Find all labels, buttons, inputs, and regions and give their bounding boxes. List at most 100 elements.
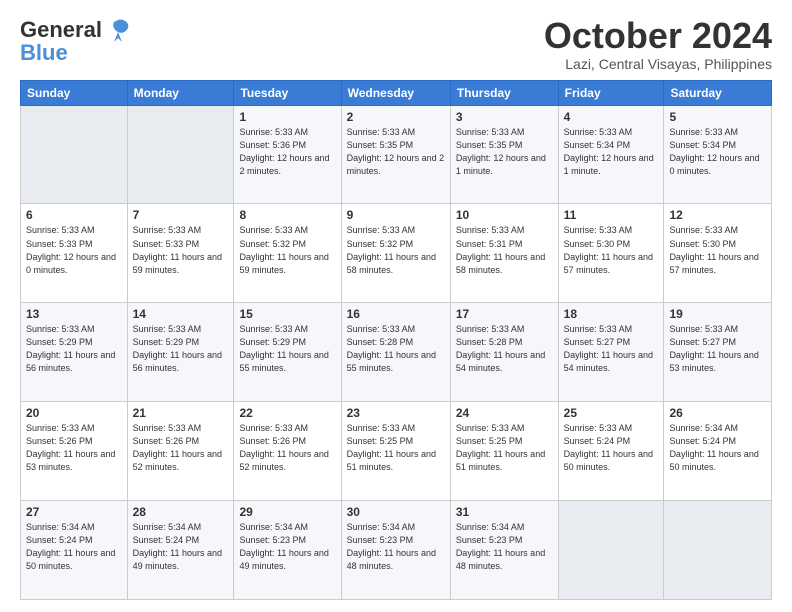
day-detail: Sunrise: 5:33 AMSunset: 5:25 PMDaylight:… xyxy=(456,422,553,474)
day-number: 12 xyxy=(669,208,766,222)
day-cell: 21 Sunrise: 5:33 AMSunset: 5:26 PMDayligh… xyxy=(127,402,234,501)
day-detail: Sunrise: 5:34 AMSunset: 5:24 PMDaylight:… xyxy=(133,521,229,573)
day-cell: 18 Sunrise: 5:33 AMSunset: 5:27 PMDayligh… xyxy=(558,303,664,402)
day-detail: Sunrise: 5:33 AMSunset: 5:24 PMDaylight:… xyxy=(564,422,659,474)
day-detail: Sunrise: 5:34 AMSunset: 5:23 PMDaylight:… xyxy=(239,521,335,573)
day-cell: 4Sunrise: 5:33 AMSunset: 5:34 PMDaylight… xyxy=(558,105,664,204)
day-number: 18 xyxy=(564,307,659,321)
day-cell: 10Sunrise: 5:33 AMSunset: 5:31 PMDayligh… xyxy=(450,204,558,303)
col-friday: Friday xyxy=(558,80,664,105)
day-cell: 17 Sunrise: 5:33 AMSunset: 5:28 PMDayligh… xyxy=(450,303,558,402)
day-cell: 1 Sunrise: 5:33 AMSunset: 5:36 PMDaylight… xyxy=(234,105,341,204)
day-detail: Sunrise: 5:33 AMSunset: 5:35 PMDaylight:… xyxy=(347,126,445,178)
day-detail: Sunrise: 5:33 AMSunset: 5:29 PMDaylight:… xyxy=(133,323,229,375)
day-number: 2 xyxy=(347,110,445,124)
day-cell: 22 Sunrise: 5:33 AMSunset: 5:26 PMDayligh… xyxy=(234,402,341,501)
day-number: 28 xyxy=(133,505,229,519)
day-number: 25 xyxy=(564,406,659,420)
day-detail: Sunrise: 5:33 AMSunset: 5:28 PMDaylight:… xyxy=(347,323,445,375)
page: General Blue October 2024 Lazi, Central … xyxy=(0,0,792,612)
day-cell: 27 Sunrise: 5:34 AMSunset: 5:24 PMDayligh… xyxy=(21,501,128,600)
week-row-1: 1 Sunrise: 5:33 AMSunset: 5:36 PMDaylight… xyxy=(21,105,772,204)
title-section: October 2024 Lazi, Central Visayas, Phil… xyxy=(544,16,772,72)
location: Lazi, Central Visayas, Philippines xyxy=(544,56,772,72)
col-thursday: Thursday xyxy=(450,80,558,105)
week-row-2: 6 Sunrise: 5:33 AMSunset: 5:33 PMDaylight… xyxy=(21,204,772,303)
day-cell: 16 Sunrise: 5:33 AMSunset: 5:28 PMDayligh… xyxy=(341,303,450,402)
day-number: 6 xyxy=(26,208,122,222)
day-detail: Sunrise: 5:33 AMSunset: 5:25 PMDaylight:… xyxy=(347,422,445,474)
day-number: 21 xyxy=(133,406,229,420)
day-detail: Sunrise: 5:33 AMSunset: 5:29 PMDaylight:… xyxy=(26,323,122,375)
day-number: 30 xyxy=(347,505,445,519)
day-number: 16 xyxy=(347,307,445,321)
day-detail: Sunrise: 5:33 AMSunset: 5:28 PMDaylight:… xyxy=(456,323,553,375)
day-number: 19 xyxy=(669,307,766,321)
day-detail: Sunrise: 5:33 AMSunset: 5:27 PMDaylight:… xyxy=(564,323,659,375)
day-cell: 24Sunrise: 5:33 AMSunset: 5:25 PMDayligh… xyxy=(450,402,558,501)
day-cell: 7Sunrise: 5:33 AMSunset: 5:33 PMDaylight… xyxy=(127,204,234,303)
day-number: 5 xyxy=(669,110,766,124)
day-cell: 20 Sunrise: 5:33 AMSunset: 5:26 PMDayligh… xyxy=(21,402,128,501)
day-number: 15 xyxy=(239,307,335,321)
day-detail: Sunrise: 5:33 AMSunset: 5:30 PMDaylight:… xyxy=(564,224,659,276)
day-detail: Sunrise: 5:33 AMSunset: 5:36 PMDaylight:… xyxy=(239,126,335,178)
day-detail: Sunrise: 5:33 AMSunset: 5:26 PMDaylight:… xyxy=(239,422,335,474)
logo-blue: Blue xyxy=(20,40,68,66)
day-number: 11 xyxy=(564,208,659,222)
day-cell: 23 Sunrise: 5:33 AMSunset: 5:25 PMDayligh… xyxy=(341,402,450,501)
week-row-3: 13 Sunrise: 5:33 AMSunset: 5:29 PMDayligh… xyxy=(21,303,772,402)
day-cell xyxy=(558,501,664,600)
week-row-4: 20 Sunrise: 5:33 AMSunset: 5:26 PMDayligh… xyxy=(21,402,772,501)
day-number: 20 xyxy=(26,406,122,420)
day-detail: Sunrise: 5:33 AMSunset: 5:34 PMDaylight:… xyxy=(669,126,766,178)
day-cell: 6 Sunrise: 5:33 AMSunset: 5:33 PMDaylight… xyxy=(21,204,128,303)
day-detail: Sunrise: 5:33 AMSunset: 5:29 PMDaylight:… xyxy=(239,323,335,375)
col-monday: Monday xyxy=(127,80,234,105)
day-detail: Sunrise: 5:34 AMSunset: 5:23 PMDaylight:… xyxy=(456,521,553,573)
col-saturday: Saturday xyxy=(664,80,772,105)
day-detail: Sunrise: 5:34 AMSunset: 5:24 PMDaylight:… xyxy=(26,521,122,573)
day-number: 8 xyxy=(239,208,335,222)
day-number: 14 xyxy=(133,307,229,321)
logo: General Blue xyxy=(20,16,132,66)
week-row-5: 27 Sunrise: 5:34 AMSunset: 5:24 PMDayligh… xyxy=(21,501,772,600)
month-title: October 2024 xyxy=(544,16,772,56)
day-number: 7 xyxy=(133,208,229,222)
day-number: 23 xyxy=(347,406,445,420)
day-detail: Sunrise: 5:33 AMSunset: 5:34 PMDaylight:… xyxy=(564,126,659,178)
day-cell: 19 Sunrise: 5:33 AMSunset: 5:27 PMDayligh… xyxy=(664,303,772,402)
day-cell: 11 Sunrise: 5:33 AMSunset: 5:30 PMDayligh… xyxy=(558,204,664,303)
day-number: 29 xyxy=(239,505,335,519)
day-number: 27 xyxy=(26,505,122,519)
day-detail: Sunrise: 5:33 AMSunset: 5:26 PMDaylight:… xyxy=(26,422,122,474)
day-number: 3 xyxy=(456,110,553,124)
day-detail: Sunrise: 5:33 AMSunset: 5:33 PMDaylight:… xyxy=(26,224,122,276)
day-number: 13 xyxy=(26,307,122,321)
day-detail: Sunrise: 5:34 AMSunset: 5:24 PMDaylight:… xyxy=(669,422,766,474)
day-number: 31 xyxy=(456,505,553,519)
day-number: 26 xyxy=(669,406,766,420)
day-cell: 9Sunrise: 5:33 AMSunset: 5:32 PMDaylight… xyxy=(341,204,450,303)
header: General Blue October 2024 Lazi, Central … xyxy=(20,16,772,72)
col-sunday: Sunday xyxy=(21,80,128,105)
col-wednesday: Wednesday xyxy=(341,80,450,105)
day-number: 1 xyxy=(239,110,335,124)
day-cell: 5 Sunrise: 5:33 AMSunset: 5:34 PMDaylight… xyxy=(664,105,772,204)
day-detail: Sunrise: 5:33 AMSunset: 5:32 PMDaylight:… xyxy=(347,224,445,276)
day-cell: 2 Sunrise: 5:33 AMSunset: 5:35 PMDaylight… xyxy=(341,105,450,204)
day-detail: Sunrise: 5:33 AMSunset: 5:26 PMDaylight:… xyxy=(133,422,229,474)
day-cell: 15 Sunrise: 5:33 AMSunset: 5:29 PMDayligh… xyxy=(234,303,341,402)
day-cell xyxy=(21,105,128,204)
day-number: 10 xyxy=(456,208,553,222)
day-cell: 13 Sunrise: 5:33 AMSunset: 5:29 PMDayligh… xyxy=(21,303,128,402)
day-cell: 26 Sunrise: 5:34 AMSunset: 5:24 PMDayligh… xyxy=(664,402,772,501)
day-detail: Sunrise: 5:34 AMSunset: 5:23 PMDaylight:… xyxy=(347,521,445,573)
day-cell xyxy=(127,105,234,204)
day-number: 17 xyxy=(456,307,553,321)
day-number: 22 xyxy=(239,406,335,420)
day-detail: Sunrise: 5:33 AMSunset: 5:35 PMDaylight:… xyxy=(456,126,553,178)
day-detail: Sunrise: 5:33 AMSunset: 5:27 PMDaylight:… xyxy=(669,323,766,375)
logo-bird-icon xyxy=(104,16,132,44)
day-cell: 25 Sunrise: 5:33 AMSunset: 5:24 PMDayligh… xyxy=(558,402,664,501)
